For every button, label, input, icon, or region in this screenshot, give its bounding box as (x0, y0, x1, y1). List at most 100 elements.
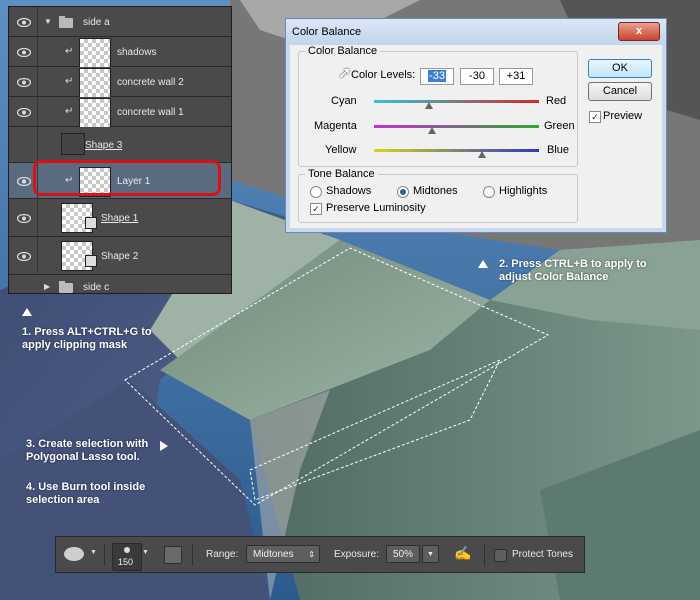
preview-checkbox[interactable]: ✓ (589, 111, 601, 123)
dialog-titlebar[interactable]: Color Balance x (286, 19, 666, 45)
cyan-red-slider[interactable] (374, 100, 539, 103)
note-step-2: 2. Press CTRL+B to apply to adjust Color… (499, 258, 647, 283)
exposure-dropdown-icon[interactable]: ▼ (422, 545, 439, 563)
visibility-eye-icon[interactable] (17, 177, 31, 186)
midtones-label: Midtones (413, 185, 458, 197)
visibility-eye-icon[interactable] (17, 78, 31, 87)
separator (484, 544, 485, 566)
shadows-radio[interactable] (310, 186, 322, 198)
layer-name: Shape 2 (101, 251, 139, 262)
layer-row-shadows[interactable]: ↵ shadows (9, 37, 231, 68)
layer-name: shadows (117, 47, 157, 58)
layer-row-shape-2[interactable]: Shape 2 (9, 237, 231, 275)
burn-tool-icon[interactable] (64, 547, 84, 561)
cyan-red-slider-thumb[interactable] (425, 102, 434, 109)
layer-row-side-a[interactable]: ▼ side a (9, 7, 231, 37)
highlights-label: Highlights (499, 185, 548, 197)
layer-name: Shape 1 (101, 213, 139, 224)
arrow-up-icon (478, 260, 488, 268)
layer-row-shape-3[interactable]: Shape 3 (9, 127, 231, 163)
vector-mask-icon (85, 217, 97, 229)
exposure-label: Exposure: (334, 549, 380, 560)
range-label: Range: (206, 549, 239, 560)
note-step-1: 1. Press ALT+CTRL+G to apply clipping ma… (22, 326, 152, 351)
magenta-green-slider[interactable] (374, 125, 539, 128)
updown-arrows-icon: ⇕ (308, 550, 315, 559)
green-label: Green (544, 120, 575, 132)
close-button[interactable]: x (618, 22, 660, 41)
cancel-button[interactable]: Cancel (588, 82, 652, 101)
layer-row-shape-1[interactable]: Shape 1 (9, 199, 231, 237)
visibility-eye-icon[interactable] (17, 48, 31, 57)
folder-icon (59, 281, 73, 293)
exposure-input[interactable]: 50% (386, 545, 420, 563)
note-step-3: 3. Create selection with Polygonal Lasso… (26, 438, 149, 463)
blue-label: Blue (547, 144, 570, 156)
tone-balance-group: Tone Balance Shadows Midtones Highlights… (298, 168, 578, 223)
layer-name: concrete wall 1 (117, 107, 184, 118)
row-divider (37, 237, 38, 274)
brush-dot-icon (124, 547, 130, 553)
row-divider (37, 37, 38, 66)
magenta-green-input[interactable]: -30 (460, 68, 494, 85)
airbrush-icon[interactable]: ✍ (454, 545, 471, 562)
brush-dropdown-icon[interactable]: ▼ (142, 549, 149, 556)
layer-row-concrete-wall-1[interactable]: ↵ concrete wall 1 (9, 97, 231, 128)
visibility-eye-icon[interactable] (17, 18, 31, 27)
layer-thumbnail (79, 98, 111, 128)
cyan-red-value: -33 (428, 70, 446, 82)
layer-thumbnail (79, 38, 111, 68)
brush-size-value: 150 (118, 557, 134, 567)
ok-button[interactable]: OK (588, 59, 652, 78)
color-levels-label: Color Levels: (351, 69, 416, 81)
tool-preset-dropdown-icon[interactable]: ▼ (90, 549, 97, 556)
selected-layer-highlight (33, 160, 221, 196)
clipping-arrow-icon: ↵ (65, 46, 74, 57)
dialog-title: Color Balance (292, 26, 362, 38)
layer-thumbnail (79, 68, 111, 98)
chevron-down-icon[interactable]: ▼ (44, 17, 52, 26)
preserve-luminosity-checkbox[interactable]: ✓ (310, 203, 322, 215)
clipping-arrow-icon: ↵ (65, 76, 74, 87)
layer-row-concrete-wall-2[interactable]: ↵ concrete wall 2 (9, 67, 231, 98)
group-title: Tone Balance (305, 168, 378, 180)
visibility-eye-icon[interactable] (17, 214, 31, 223)
layer-row-side-c[interactable]: ▶ side c (9, 275, 231, 293)
layers-panel: ▼ side a ↵ shadows ↵ concrete wall 2 ↵ c… (8, 6, 232, 294)
separator (104, 544, 105, 566)
magenta-label: Magenta (314, 120, 357, 132)
mouse-cursor-icon: ➚ (338, 65, 352, 82)
visibility-eye-icon[interactable] (17, 108, 31, 117)
midtones-radio[interactable] (397, 186, 409, 198)
preserve-luminosity-label: Preserve Luminosity (326, 202, 426, 214)
note-step-4: 4. Use Burn tool inside selection area (26, 481, 146, 506)
group-title: Color Balance (305, 45, 381, 57)
clipping-arrow-icon: ↵ (65, 106, 74, 117)
color-balance-dialog: Color Balance x Color Balance Color Leve… (285, 18, 667, 233)
cyan-red-input[interactable]: -33 (420, 68, 454, 85)
row-divider (37, 199, 38, 236)
vector-mask-icon (85, 255, 97, 267)
highlights-radio[interactable] (483, 186, 495, 198)
layer-name: concrete wall 2 (117, 77, 184, 88)
brush-panel-icon[interactable] (164, 546, 182, 564)
brush-size-preview[interactable]: 150 (112, 543, 142, 571)
arrow-right-icon (160, 441, 168, 451)
shape-thumbnail (61, 133, 85, 155)
preview-label: Preview (603, 110, 643, 122)
visibility-eye-icon[interactable] (17, 252, 31, 261)
arrow-up-icon (22, 308, 32, 316)
layer-name: Shape 3 (85, 140, 123, 151)
yellow-label: Yellow (325, 144, 357, 156)
yellow-blue-slider[interactable] (374, 149, 539, 152)
protect-tones-checkbox[interactable] (494, 549, 507, 562)
yellow-blue-slider-thumb[interactable] (478, 151, 487, 158)
row-divider (37, 97, 38, 126)
magenta-green-slider-thumb[interactable] (427, 127, 436, 134)
row-divider (37, 127, 38, 162)
cyan-label: Cyan (331, 95, 357, 107)
row-divider (37, 7, 38, 36)
range-select[interactable]: Midtones ⇕ (246, 545, 320, 563)
yellow-blue-input[interactable]: +31 (499, 68, 533, 85)
chevron-right-icon[interactable]: ▶ (44, 282, 50, 291)
